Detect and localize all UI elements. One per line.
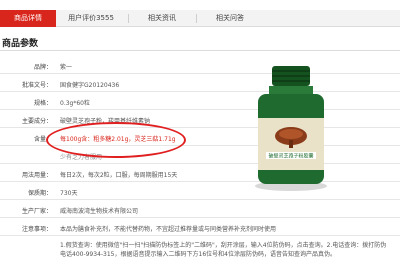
param-label: 含量： xyxy=(33,136,52,143)
tab-divider xyxy=(196,14,197,23)
param-label: 保质期： xyxy=(27,190,52,197)
mushroom-stem xyxy=(289,140,293,148)
capsule-bottle-icon: 破壁灵芝孢子粉胶囊 xyxy=(255,66,327,191)
tab-related-news[interactable]: 相关资讯 xyxy=(132,10,192,27)
param-value: 730天 xyxy=(60,190,78,197)
param-value: 威海南波湾生物技术有限公司 xyxy=(60,208,139,215)
param-label: 批准文号： xyxy=(21,82,52,89)
param-value: 0.3g*60粒 xyxy=(60,100,90,107)
bottle-neck xyxy=(269,86,313,94)
tab-divider xyxy=(128,14,129,23)
param-value: 每日2次，每次2粒，口服，每周期服用15天 xyxy=(60,172,178,179)
bottle-label-text: 破壁灵芝孢子粉胶囊 xyxy=(268,153,313,160)
param-row-brand: 品牌： 紫一 xyxy=(0,56,400,74)
param-value: 本品为膳食补充剂，不能代替药物，不宜超过推荐量或与同类营养补充剂同时使用 xyxy=(60,226,277,233)
tab-product-details[interactable]: 商品详情 xyxy=(0,10,56,27)
param-row-usage: 用法用量： 每日2次，每次2粒，口服，每周期服用15天 xyxy=(0,164,400,182)
param-label: 用法用量： xyxy=(21,172,52,179)
section-title: 商品参数 xyxy=(2,39,39,49)
param-row-shelf-life: 保质期： 730天 xyxy=(0,182,400,200)
param-row-anti-fake: 1.假货查询：使用微信"扫一扫"扫描防伪标签上的"二维码"，刮开涂层，输入4位防… xyxy=(0,236,400,264)
param-row-notes: 注意事项： 本品为膳食补充剂，不能代替药物，不宜超过推荐量或与同类营养补充剂同时… xyxy=(0,218,400,236)
label-stripe xyxy=(258,112,324,118)
section-divider xyxy=(0,50,400,51)
param-row-approval-number: 批准文号： 国食健字G20120436 xyxy=(0,74,400,92)
product-image: 破壁灵芝孢子粉胶囊 xyxy=(252,62,330,192)
param-label: 生产厂家： xyxy=(21,208,52,215)
param-label: 品牌： xyxy=(33,64,52,71)
param-value: 紫一 xyxy=(60,64,73,71)
mushroom-highlight xyxy=(279,129,303,139)
param-label: 注意事项： xyxy=(21,226,52,233)
param-row-spec: 规格： 0.3g*60粒 xyxy=(0,92,400,110)
param-label: 规格： xyxy=(33,100,52,107)
tab-related-qa[interactable]: 相关问答 xyxy=(200,10,260,27)
param-label: 主要成分： xyxy=(21,118,52,125)
param-value: 国食健字G20120436 xyxy=(60,82,120,89)
tab-user-reviews[interactable]: 用户评价3555 xyxy=(58,10,124,27)
cap-ridge xyxy=(272,70,310,72)
param-row-manufacturer: 生产厂家： 威海南波湾生物技术有限公司 xyxy=(0,200,400,218)
param-row-ingredients: 主要成分： 破壁灵芝孢子粉，羧甲基纤维素钠 xyxy=(0,110,400,128)
cap-ridge xyxy=(272,75,310,77)
detail-tab-bar: 商品详情 用户评价3555 相关资讯 相关问答 xyxy=(0,10,400,27)
annotation-circle xyxy=(46,122,186,158)
cap-ridge xyxy=(272,80,310,82)
anti-counterfeit-note: 1.假货查询：使用微信"扫一扫"扫描防伪标签上的"二维码"，刮开涂层，输入4位防… xyxy=(60,242,387,258)
